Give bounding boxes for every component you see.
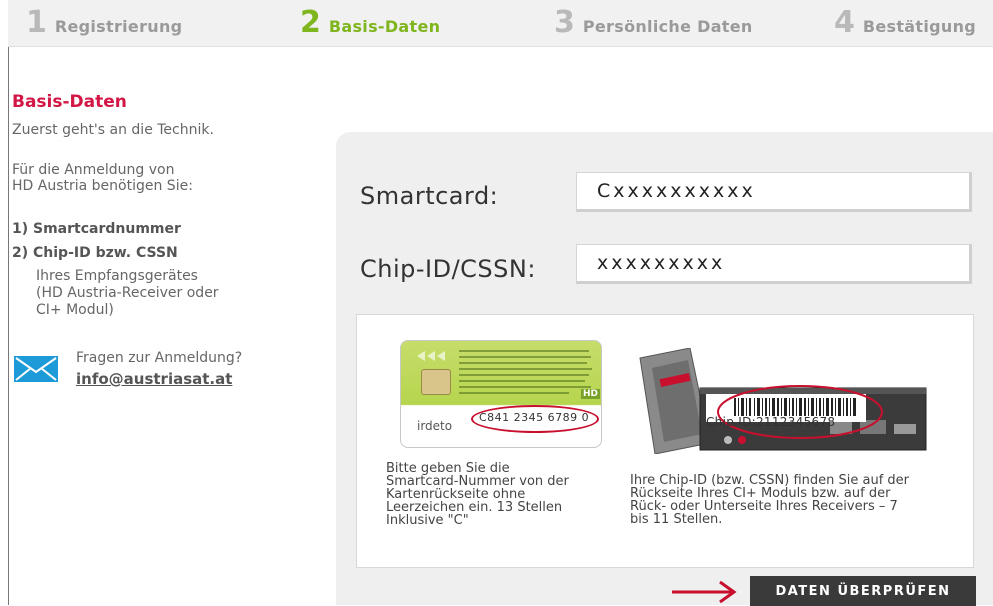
smartcard-label: Smartcard: — [360, 182, 499, 210]
section-title: Basis-Daten — [12, 92, 127, 112]
envelope-icon — [14, 356, 58, 382]
requirement-chip-id: 2) Chip-ID bzw. CSSN — [12, 245, 178, 261]
step-label: Persönliche Daten — [582, 17, 753, 36]
detail-line: (HD Austria-Receiver oder — [36, 285, 219, 301]
detail-line: CI+ Modul) — [36, 302, 114, 318]
step-basis-daten: 2 Basis-Daten — [300, 8, 440, 38]
help-question: Fragen zur Anmeldung? — [76, 350, 243, 366]
step-number: 4 — [834, 5, 855, 40]
caption-line: bis 11 Stellen. — [630, 512, 723, 527]
highlight-oval — [471, 405, 599, 433]
requirement-chip-id-detail: Ihres Empfangsgerätes (HD Austria-Receiv… — [36, 268, 276, 319]
progress-steps: 1 Registrierung 2 Basis-Daten 3 Persönli… — [8, 0, 993, 47]
smartcard-input[interactable] — [576, 172, 972, 212]
caption-line: Inklusive "C" — [386, 513, 469, 528]
requirements-intro-line: HD Austria benötigen Sie: — [12, 178, 193, 194]
step-bestaetigung: 4 Bestätigung — [834, 8, 976, 38]
requirement-smartcard: 1) Smartcardnummer — [12, 221, 181, 237]
support-email-link[interactable]: info@austriasat.at — [76, 370, 232, 388]
sim-chip-icon — [421, 369, 451, 395]
chip-id-label: Chip-ID/CSSN: — [360, 255, 536, 283]
chip-id-help-caption: Ihre Chip-ID (bzw. CSSN) finden Sie auf … — [630, 474, 909, 526]
chip-id-example: Chip ID:2112345678 — [706, 415, 836, 429]
signal-icon — [417, 351, 445, 361]
smartcard-help-caption: Bitte geben Sie die Smartcard-Nummer von… — [386, 462, 569, 527]
step-number: 2 — [300, 5, 321, 40]
step-label: Basis-Daten — [328, 17, 441, 36]
smartcard-image: HD irdeto C841 2345 6789 0 — [400, 340, 602, 448]
card-fine-print — [459, 350, 592, 394]
requirements-intro-line: Für die Anmeldung von — [12, 162, 175, 178]
intro-text: Zuerst geht's an die Technik. — [12, 122, 214, 138]
arrow-right-icon — [672, 580, 737, 604]
step-number: 1 — [26, 5, 47, 40]
step-persoenliche-daten: 3 Persönliche Daten — [554, 8, 753, 38]
step-number: 3 — [554, 5, 575, 40]
verify-data-button[interactable]: DATEN ÜBERPRÜFEN — [750, 576, 976, 606]
detail-line: Ihres Empfangsgerätes — [36, 268, 198, 284]
step-registrierung: 1 Registrierung — [26, 8, 182, 38]
step-label: Bestätigung — [862, 17, 977, 36]
chip-id-input[interactable] — [576, 244, 972, 284]
requirements-intro: Für die Anmeldung von HD Austria benötig… — [12, 162, 193, 194]
card-brand: irdeto — [417, 419, 453, 433]
hd-badge: HD — [581, 389, 601, 399]
ci-module-image — [639, 348, 927, 454]
step-label: Registrierung — [54, 17, 183, 36]
